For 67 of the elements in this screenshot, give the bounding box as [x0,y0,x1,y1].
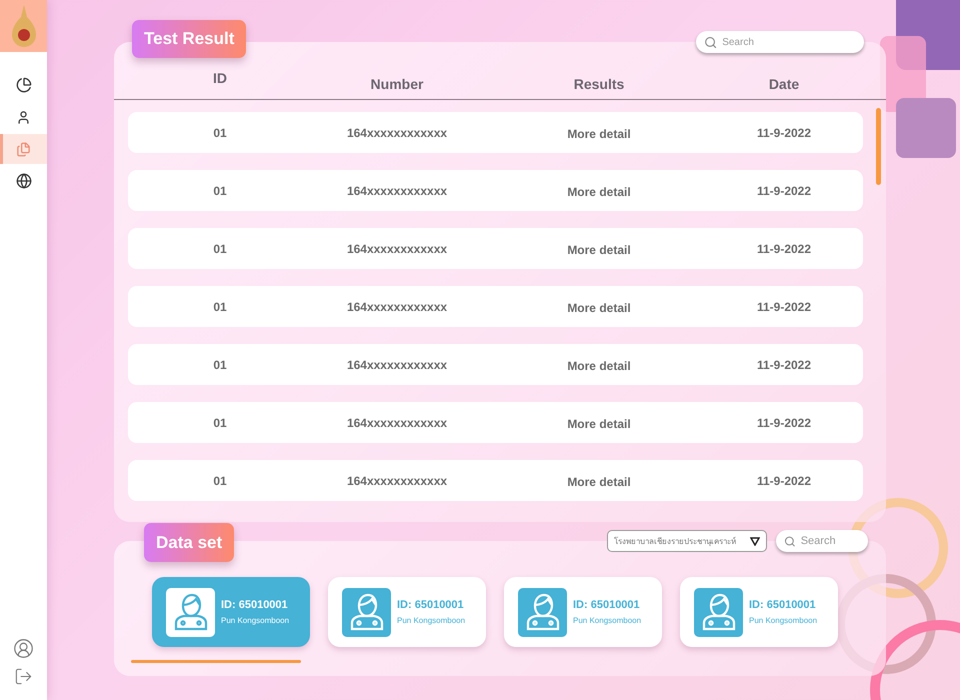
patient-id: ID: 65010001 [749,599,817,611]
emblem-logo-icon [12,5,36,47]
scrollbar[interactable] [876,108,881,185]
detail-link[interactable]: More detail [482,474,716,488]
table-cell-text: 01 [212,126,228,140]
table-cell-text: 164xxxxxxxxxxxx [346,184,448,198]
search-field[interactable]: Search [696,31,864,53]
detail-link[interactable]: More detail [482,184,716,198]
detail-link[interactable]: More detail [482,300,716,314]
table-cell-text: 164xxxxxxxxxxxx [346,300,448,314]
table-cell-text: 11-9-2022 [756,242,812,256]
patient-name: Pun Kongsomboon [749,616,818,625]
search-icon [784,534,796,548]
table-cell-text: 01 [212,300,228,314]
search-input[interactable]: Search [800,535,860,547]
table-cell-text: 164xxxxxxxxxxxx [346,416,448,430]
detail-link[interactable]: More detail [482,358,716,372]
table-cell-text: 01 [212,184,228,198]
user-icon [16,110,31,124]
table-cell-text: 164xxxxxxxxxxxx [346,358,448,372]
section-title: Data set [144,523,234,562]
table-row[interactable]: 01 164xxxxxxxxxxxx More detail 11-9-2022 [128,170,863,211]
caret-icon [750,536,760,546]
table-row[interactable]: 01 164xxxxxxxxxxxx More detail 11-9-2022 [128,286,863,327]
search-field[interactable]: Search [776,530,868,552]
search-icon [704,34,718,50]
column-header: Results [572,76,626,94]
documents-icon [16,142,31,156]
scrollbar[interactable] [131,660,301,663]
table-cell-text: 164xxxxxxxxxxxx [346,126,448,140]
mauve-square-decoration [896,98,956,158]
detail-link[interactable]: More detail [482,416,716,430]
table-row[interactable]: 01 164xxxxxxxxxxxx More detail 11-9-2022 [128,228,863,269]
column-header: Number [370,76,424,94]
pie-chart-icon [16,77,32,93]
table-cell-text: 01 [212,416,228,430]
logout-icon[interactable] [14,667,33,686]
globe-icon [16,173,32,189]
patient-id: ID: 65010001 [573,599,641,611]
patient-id: ID: 65010001 [221,599,289,611]
table-cell-text: 11-9-2022 [756,184,812,198]
table-cell-text: 01 [212,358,228,372]
table-cell-text: 01 [212,242,228,256]
table-cell-text: 11-9-2022 [756,474,812,488]
search-input[interactable]: Search [722,36,856,48]
table-row[interactable]: 01 164xxxxxxxxxxxx More detail 11-9-2022 [128,344,863,385]
table-cell-text: 11-9-2022 [756,300,812,314]
column-header: Date [768,76,800,94]
detail-link[interactable]: More detail [482,242,716,256]
table-cell-text: 164xxxxxxxxxxxx [346,474,448,488]
profile-icon[interactable] [13,638,34,659]
table-row[interactable]: 01 164xxxxxxxxxxxx More detail 11-9-2022 [128,402,863,443]
patient-name: Pun Kongsomboon [397,616,466,625]
patient-name: Pun Kongsomboon [221,616,290,625]
patient-id: ID: 65010001 [397,599,465,611]
table-cell-text: 164xxxxxxxxxxxx [346,242,448,256]
table-cell-text: 11-9-2022 [756,358,812,372]
column-header: ID [212,70,228,88]
table-cell-text: 11-9-2022 [756,416,812,430]
table-cell-text: 01 [212,474,228,488]
detail-link[interactable]: More detail [482,126,716,140]
patient-name: Pun Kongsomboon [573,616,642,625]
table-row[interactable]: 01 164xxxxxxxxxxxx More detail 11-9-2022 [128,112,863,153]
hospital-dropdown[interactable]: โรงพยาบาลเชียงรายประชานุเคราะห์ [607,530,767,552]
table-cell-text: 11-9-2022 [756,126,812,140]
section-title: Test Result [132,20,246,58]
table-row[interactable]: 01 164xxxxxxxxxxxx More detail 11-9-2022 [128,460,863,501]
